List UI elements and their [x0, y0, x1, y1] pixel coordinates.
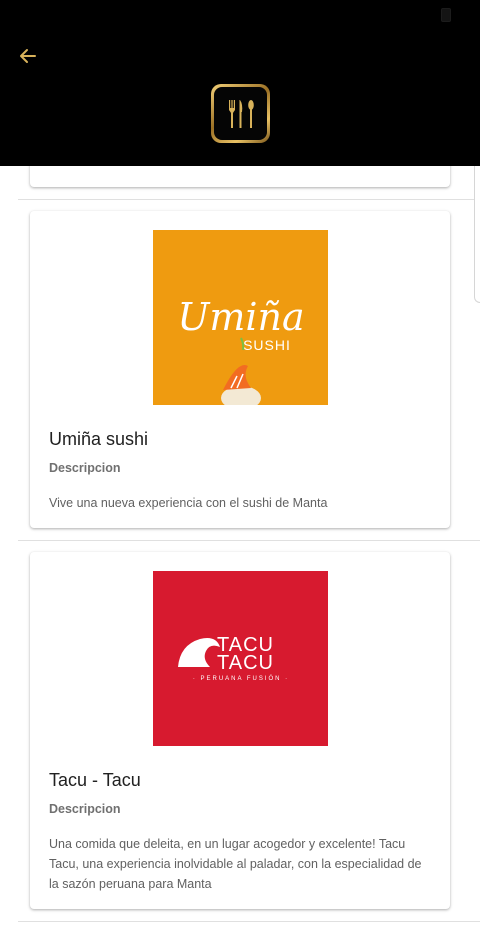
- list-row: TACU TACU · PERUANA FUSIÓN · Tacu - Tacu…: [18, 541, 480, 922]
- logo-sub-text: · PERUANA FUSIÓN ·: [193, 675, 289, 682]
- restaurant-name: Umiña sushi: [49, 429, 149, 449]
- logo-text-line2: TACU: [217, 652, 274, 674]
- restaurant-description: Vive una nueva experiencia con el sushi …: [49, 496, 328, 510]
- wave-icon: [178, 638, 220, 667]
- back-button[interactable]: [12, 40, 44, 72]
- logo-script-text: Umiña: [177, 295, 304, 339]
- fork-knife-spoon-icon: [228, 99, 254, 128]
- restaurant-card-umina[interactable]: Umiña SUSHI Umiña sushi Descripcion Vive…: [30, 211, 450, 528]
- restaurant-name: Tacu - Tacu: [49, 770, 141, 790]
- restaurant-logo-image: TACU TACU · PERUANA FUSIÓN ·: [153, 571, 328, 746]
- app-bar: [0, 0, 480, 166]
- restaurant-card-tacu[interactable]: TACU TACU · PERUANA FUSIÓN · Tacu - Tacu…: [30, 552, 450, 909]
- logo-sub-text: SUSHI: [243, 337, 291, 353]
- battery-icon: [441, 8, 451, 22]
- list-row: Umiña SUSHI Umiña sushi Descripcion Vive…: [18, 200, 480, 541]
- arrow-left-icon: [20, 49, 36, 63]
- description-label: Descripcion: [49, 461, 121, 475]
- app-logo: [211, 84, 270, 143]
- description-label: Descripcion: [49, 802, 121, 816]
- restaurant-description: Una comida que deleita, en un lugar acog…: [49, 837, 422, 891]
- restaurant-logo-image: Umiña SUSHI: [153, 230, 328, 405]
